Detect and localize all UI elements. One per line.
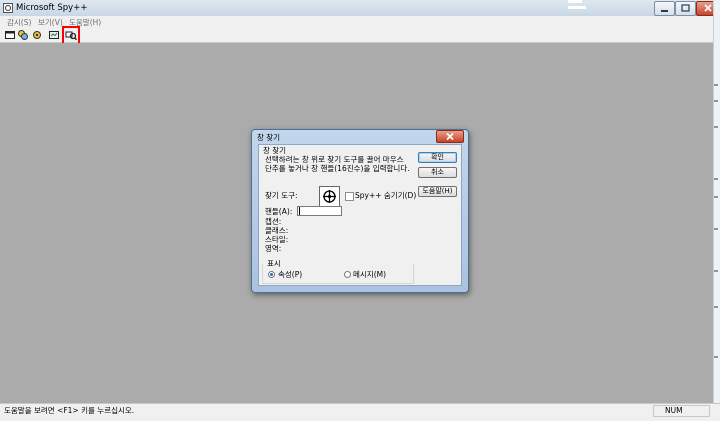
group-title-find-window: 창 찾기 — [263, 146, 287, 155]
messages-radio[interactable] — [344, 271, 351, 278]
background-line — [714, 178, 718, 180]
background-line — [714, 306, 718, 308]
handle-label: 핸들(A): — [265, 207, 293, 216]
background-line — [714, 100, 718, 102]
find-tool-crosshair-icon[interactable] — [319, 186, 340, 207]
style-label: 스타일: — [265, 235, 289, 244]
toolbar — [0, 29, 720, 43]
text-caret — [299, 207, 300, 215]
minimize-button[interactable] — [654, 1, 675, 16]
background-line — [714, 196, 718, 198]
maximize-button[interactable] — [675, 1, 696, 16]
background-line — [714, 126, 718, 128]
background-line — [714, 270, 718, 272]
rect-label: 영역: — [265, 244, 282, 253]
dialog-title: 창 찾기 — [257, 133, 281, 142]
window-title: Microsoft Spy++ — [16, 3, 88, 13]
cancel-button[interactable]: 취소 — [418, 167, 457, 178]
background-line — [714, 356, 718, 358]
menu-item-monitor[interactable]: 감시(S) — [7, 17, 31, 28]
messages-icon[interactable] — [48, 29, 60, 41]
properties-radio-label: 속성(P) — [278, 270, 303, 279]
menu-item-view[interactable]: 보기(V) — [38, 17, 63, 28]
find-tool-label: 찾기 도구: — [265, 191, 298, 200]
show-group-title: 표시 — [265, 259, 283, 268]
messages-radio-label: 메시지(M) — [353, 270, 387, 279]
instructions-line-2: 단추를 놓거나 창 핸들(16진수)을 입력합니다. — [265, 164, 410, 173]
instructions-line-1: 선택하려는 창 위로 찾기 도구를 끌어 마우스 — [265, 155, 404, 164]
windows-icon[interactable] — [4, 29, 16, 41]
background-line — [714, 228, 718, 230]
status-hint: 도움말을 보려면 <F1> 키를 누르십시오. — [4, 406, 135, 415]
properties-radio[interactable] — [268, 271, 275, 278]
spy-app-icon — [3, 3, 13, 13]
processes-icon[interactable] — [17, 29, 29, 41]
ok-button[interactable]: 확인 — [418, 152, 457, 163]
hide-spy-checkbox[interactable] — [345, 192, 354, 201]
menu-bar — [0, 16, 720, 29]
dialog-close-button[interactable] — [436, 130, 464, 143]
handle-input[interactable] — [297, 206, 342, 216]
background-artifact — [568, 6, 586, 9]
background-artifact — [568, 0, 582, 3]
help-button[interactable]: 도움말(H) — [418, 186, 457, 197]
hide-spy-label: Spy++ 숨기기(D) — [355, 191, 417, 200]
status-num-indicator: NUM — [665, 406, 683, 415]
class-label: 클래스: — [265, 226, 289, 235]
title-bar — [0, 0, 720, 17]
caption-label: 캡션: — [265, 217, 282, 226]
threads-icon[interactable] — [31, 29, 43, 41]
background-line — [714, 84, 718, 86]
